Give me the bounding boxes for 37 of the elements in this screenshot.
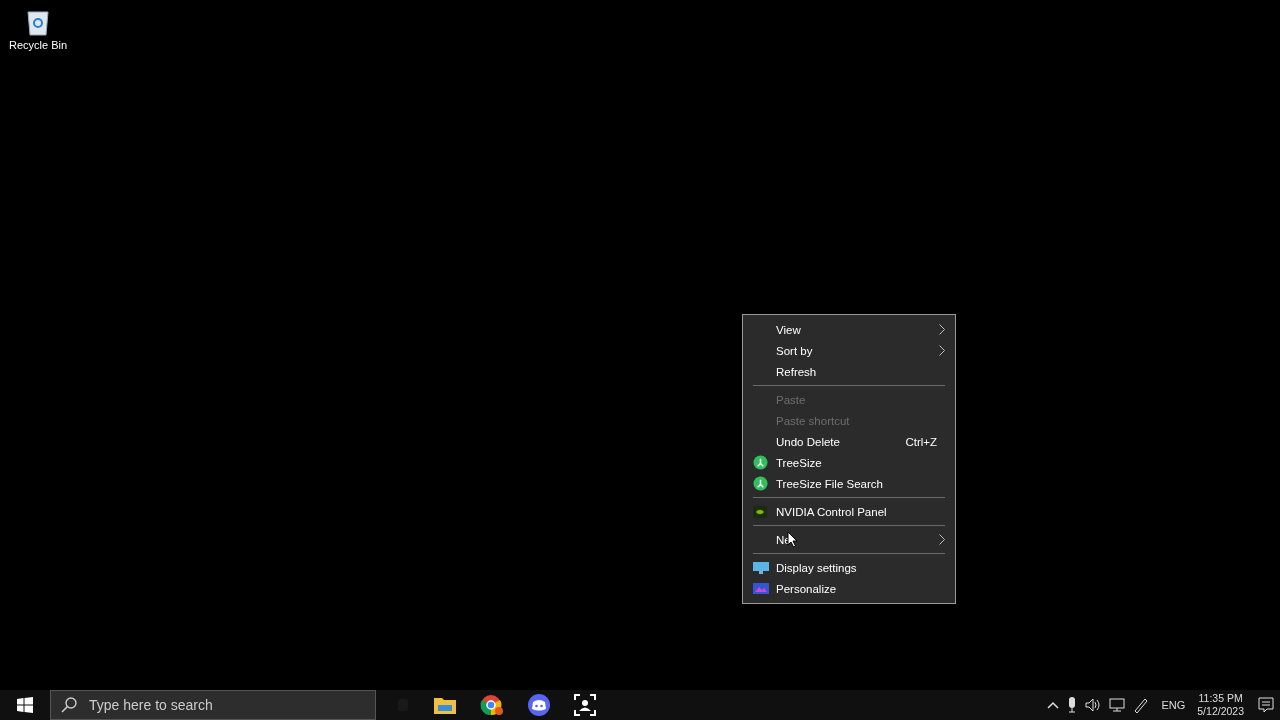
monitor-icon	[753, 561, 769, 574]
chevron-right-icon	[939, 345, 945, 356]
microphone-icon[interactable]	[1067, 697, 1078, 713]
menu-item[interactable]: Undo Delete Ctrl+Z	[743, 431, 955, 452]
desktop-icon-label[interactable]: Recycle Bin	[8, 39, 68, 51]
menu-item[interactable]: NVIDIA Control Panel	[743, 501, 955, 522]
screen-capture-icon[interactable]	[574, 694, 596, 716]
menu-item[interactable]: TreeSize File Search	[743, 473, 955, 494]
search-icon	[61, 697, 77, 713]
chat-app-icon[interactable]	[528, 694, 550, 716]
treesize-icon	[753, 476, 768, 491]
folder-icon[interactable]	[434, 696, 456, 714]
treesize-icon	[753, 455, 768, 470]
menu-item[interactable]: Personalize	[743, 578, 955, 599]
nvidia-icon	[753, 505, 767, 518]
menu-item[interactable]: Display settings	[743, 557, 955, 578]
menu-item[interactable]: Sort by	[743, 340, 955, 361]
browser-icon[interactable]	[480, 694, 504, 716]
shortcut-label: Ctrl+Z	[905, 435, 937, 448]
recycle-bin-icon[interactable]	[25, 8, 51, 36]
pen-icon[interactable]	[1133, 697, 1150, 713]
personalize-icon	[753, 582, 769, 595]
mouse-cursor-icon	[787, 531, 798, 548]
language-indicator[interactable]: ENG	[1161, 699, 1186, 711]
windows-logo-icon[interactable]	[17, 697, 33, 713]
clock-time[interactable]: 11:35 PM	[1198, 692, 1243, 705]
menu-item[interactable]: TreeSize	[743, 452, 955, 473]
menu-item[interactable]: Refresh	[743, 361, 955, 382]
menu-item[interactable]: View	[743, 319, 955, 340]
speaker-icon[interactable]	[1085, 698, 1102, 712]
chevron-up-icon[interactable]	[1047, 701, 1060, 709]
notification-icon[interactable]	[1258, 697, 1274, 713]
chevron-right-icon	[939, 324, 945, 335]
chevron-right-icon	[939, 534, 945, 545]
clock-date[interactable]: 5/12/2023	[1197, 705, 1244, 718]
search-bar[interactable]: Type here to search	[50, 690, 376, 720]
search-field[interactable]: Type here to search	[87, 696, 361, 714]
